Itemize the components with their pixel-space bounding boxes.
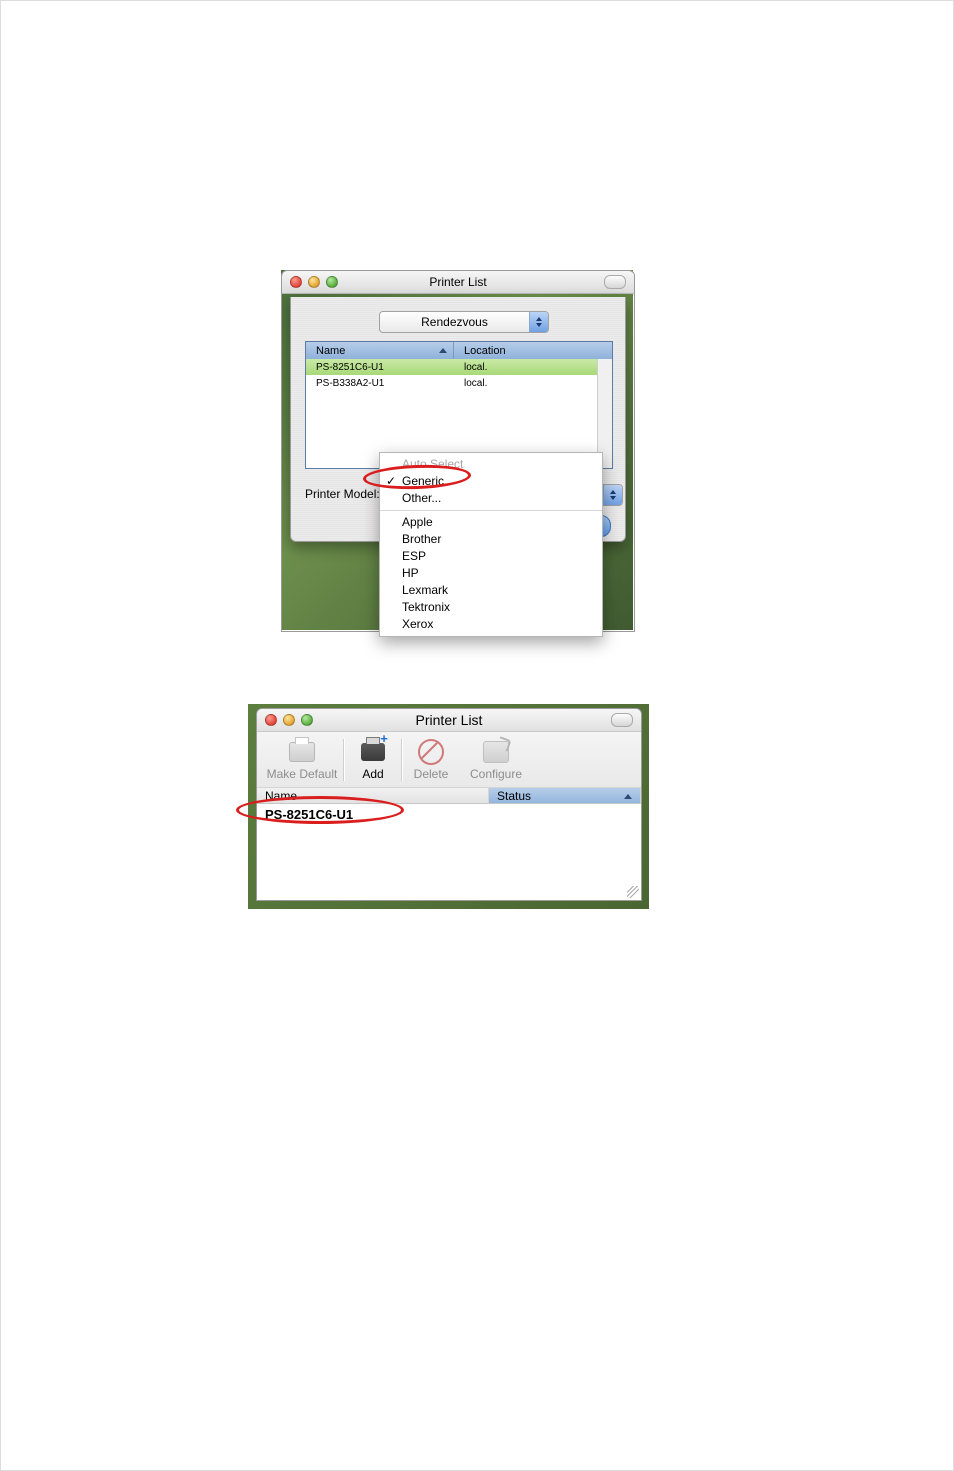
menu-item-label: HP [402,566,419,580]
resize-grip-icon[interactable] [627,886,639,898]
make-default-button[interactable]: Make Default [263,732,341,787]
column-location[interactable]: Location [454,342,612,359]
menu-item-label: Auto Select [402,457,463,471]
printer-name: PS-8251C6-U1 [257,807,489,822]
browse-mode-combo[interactable]: Rendezvous [379,311,549,333]
printer-list-window: Printer List Make Default Add Delete [256,708,642,901]
titlebar: Printer List [257,709,641,732]
minimize-icon[interactable] [308,276,320,288]
close-icon[interactable] [265,714,277,726]
menu-item-label: Apple [402,515,433,529]
toolbar-label: Delete [414,767,449,781]
printer-location: local. [454,378,612,389]
menu-item-label: Generic [402,474,444,488]
add-printer-screenshot: Printer List Rendezvous Name Loca [281,270,633,630]
delete-icon [416,739,446,765]
add-printer-button[interactable]: Add [347,732,399,787]
column-name-label: Name [316,345,345,357]
minimize-icon[interactable] [283,714,295,726]
toolbar-divider [401,739,403,781]
printer-row[interactable]: PS-8251C6-U1 local. [306,359,612,375]
menu-item-label: Lexmark [402,583,448,597]
printer-location: local. [454,362,612,373]
toolbar: Make Default Add Delete Configure [257,732,641,788]
column-status-label: Status [497,789,531,803]
printer-name: PS-B338A2-U1 [306,378,454,389]
window-title: Printer List [257,712,641,728]
menu-separator [380,510,602,511]
menu-item-auto-select: Auto Select [380,456,602,473]
column-name[interactable]: Name [306,342,454,359]
menu-item-vendor[interactable]: HP [380,565,602,582]
toolbar-toggle-icon[interactable] [604,275,626,289]
printer-browse-list[interactable]: Name Location PS-8251C6-U1 local. PS-B33… [305,341,613,469]
zoom-icon[interactable] [326,276,338,288]
column-name-label: Name [265,789,297,803]
menu-item-label: Brother [402,532,441,546]
column-name[interactable]: Name [257,787,489,804]
menu-item-generic[interactable]: ✓ Generic [380,473,602,490]
add-printer-icon [358,739,388,765]
window-controls [257,714,313,726]
toolbar-label: Make Default [267,767,338,781]
menu-item-vendor[interactable]: Brother [380,531,602,548]
menu-item-vendor[interactable]: Lexmark [380,582,602,599]
window-controls [282,276,338,288]
menu-item-label: Xerox [402,617,433,631]
menu-item-other[interactable]: Other... [380,490,602,507]
menu-item-label: Tektronix [402,600,450,614]
printer-list-screenshot: Printer List Make Default Add Delete [248,704,649,909]
checkmark-icon: ✓ [386,474,396,489]
configure-button[interactable]: Configure [457,732,535,787]
close-icon[interactable] [290,276,302,288]
menu-item-vendor[interactable]: Apple [380,514,602,531]
configure-icon [481,739,511,765]
printer-list[interactable]: Name Status PS-8251C6-U1 [257,787,641,900]
browse-mode-value: Rendezvous [380,315,529,329]
combo-stepper-icon[interactable] [603,485,622,505]
list-header: Name Location [306,342,612,359]
printer-icon [287,739,317,765]
printer-row[interactable]: PS-B338A2-U1 local. [306,375,612,391]
sort-ascending-icon [439,348,447,353]
list-header: Name Status [257,787,641,804]
column-status[interactable]: Status [489,787,641,804]
zoom-icon[interactable] [301,714,313,726]
delete-printer-button[interactable]: Delete [405,732,457,787]
toolbar-toggle-icon[interactable] [611,713,633,727]
printer-model-menu[interactable]: Auto Select ✓ Generic Other... Apple Bro… [379,452,603,637]
menu-item-vendor[interactable]: ESP [380,548,602,565]
toolbar-label: Add [362,767,383,781]
sort-ascending-icon [624,794,632,799]
combo-stepper-icon[interactable] [529,312,548,332]
toolbar-divider [343,739,345,781]
printer-row[interactable]: PS-8251C6-U1 [257,804,641,824]
menu-item-label: Other... [402,491,441,505]
menu-item-label: ESP [402,549,426,563]
printer-name: PS-8251C6-U1 [306,362,454,373]
toolbar-label: Configure [470,767,522,781]
titlebar: Printer List [282,271,634,294]
printer-model-label: Printer Model: [305,487,380,501]
menu-item-vendor[interactable]: Tektronix [380,599,602,616]
menu-item-vendor[interactable]: Xerox [380,616,602,633]
column-location-label: Location [464,345,506,357]
